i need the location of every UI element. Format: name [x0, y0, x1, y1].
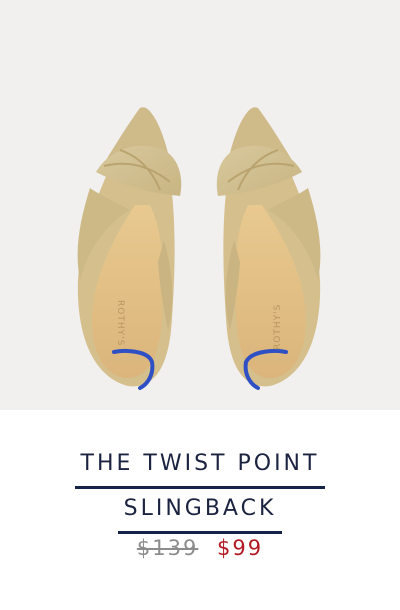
product-card[interactable]: ROTHY'S ROTHY'S THE TWIST POINT SLINGBAC… [0, 0, 400, 610]
svg-text:ROTHY'S: ROTHY'S [273, 304, 283, 350]
original-price: $139 [136, 536, 199, 560]
product-title-line-2[interactable]: SLINGBACK [117, 489, 283, 534]
price-row: $139 $99 [0, 536, 400, 560]
right-shoe: ROTHY'S [216, 107, 321, 390]
product-title[interactable]: THE TWIST POINT SLINGBACK [0, 444, 400, 534]
sale-price: $99 [217, 536, 264, 560]
product-title-line-1[interactable]: THE TWIST POINT [74, 444, 326, 489]
left-shoe: ROTHY'S [77, 107, 182, 390]
svg-text:ROTHY'S: ROTHY'S [115, 300, 125, 346]
product-image[interactable]: ROTHY'S ROTHY'S [0, 0, 400, 410]
shoe-pair-illustration: ROTHY'S ROTHY'S [77, 107, 321, 390]
